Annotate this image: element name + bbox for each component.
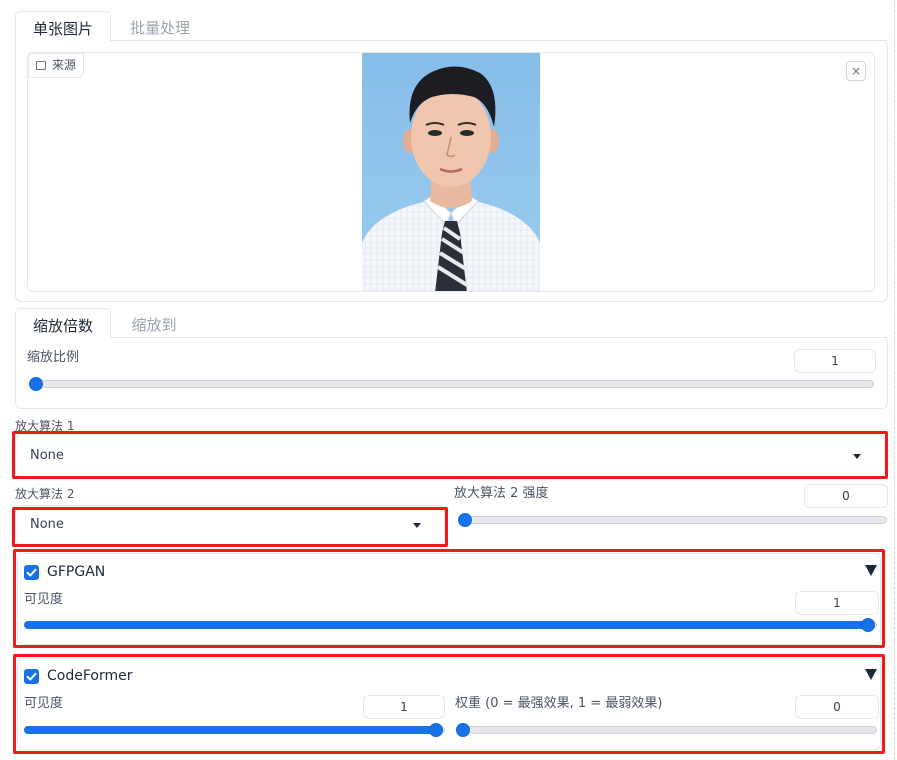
codeformer-weight-label: 权重 (0 = 最强效果, 1 = 最弱效果) <box>455 696 663 711</box>
codeformer-visibility-input[interactable]: 1 <box>363 695 445 719</box>
scale-ratio-input[interactable]: 1 <box>794 349 876 373</box>
portrait-photo <box>362 53 540 291</box>
codeformer-accordion <box>17 658 881 750</box>
check-icon <box>26 568 37 577</box>
chevron-down-icon <box>413 523 421 528</box>
scale-panel <box>15 337 888 409</box>
tab-scale-by[interactable]: 缩放倍数 <box>15 308 111 338</box>
scale-ratio-slider[interactable] <box>29 377 874 391</box>
right-dashed-border <box>894 0 895 760</box>
image-source-label: 来源 <box>28 53 85 78</box>
upscaler2-value: None <box>30 517 64 532</box>
chevron-down-icon <box>853 454 861 459</box>
codeformer-checkbox[interactable] <box>24 669 39 684</box>
gfpgan-visibility-slider-thumb[interactable] <box>861 618 875 632</box>
codeformer-weight-slider[interactable] <box>456 723 877 737</box>
close-icon: × <box>850 64 862 78</box>
collapse-triangle-icon[interactable] <box>865 565 877 576</box>
gfpgan-visibility-input[interactable]: 1 <box>795 591 879 615</box>
scale-ratio-slider-thumb[interactable] <box>29 377 43 391</box>
gfpgan-visibility-label: 可见度 <box>24 592 64 607</box>
codeformer-weight-input[interactable]: 0 <box>795 695 879 719</box>
gfpgan-visibility-slider-fill <box>24 621 869 629</box>
upscaler2-strength-label: 放大算法 2 强度 <box>454 486 549 501</box>
codeformer-weight-slider-thumb[interactable] <box>456 723 470 737</box>
upscaler1-label: 放大算法 1 <box>15 419 75 433</box>
collapse-triangle-icon[interactable] <box>865 669 877 680</box>
gfpgan-title[interactable]: GFPGAN <box>47 563 105 581</box>
upscaler2-strength-input[interactable]: 0 <box>804 484 888 508</box>
upscaler2-strength-slider-thumb[interactable] <box>458 513 472 527</box>
codeformer-title[interactable]: CodeFormer <box>47 667 132 685</box>
clear-image-button[interactable]: × <box>846 61 866 81</box>
codeformer-visibility-label: 可见度 <box>24 696 64 711</box>
source-label-text: 来源 <box>52 58 77 72</box>
gfpgan-visibility-slider[interactable] <box>24 618 877 632</box>
upscaler2-strength-slider[interactable] <box>458 513 887 527</box>
gfpgan-checkbox[interactable] <box>24 565 39 580</box>
upscaler2-dropdown[interactable]: None <box>15 505 445 545</box>
scale-ratio-label: 缩放比例 <box>27 350 80 365</box>
tab-single-image[interactable]: 单张图片 <box>15 11 111 41</box>
gfpgan-accordion <box>17 553 881 645</box>
upscaler2-label: 放大算法 2 <box>15 487 75 501</box>
image-dropzone[interactable] <box>27 52 875 292</box>
image-icon <box>36 61 46 70</box>
tab-batch-process[interactable]: 批量处理 <box>112 11 208 41</box>
upscaler1-dropdown[interactable]: None <box>15 434 885 478</box>
codeformer-visibility-slider[interactable] <box>24 723 445 737</box>
codeformer-visibility-slider-thumb[interactable] <box>429 723 443 737</box>
upscaler1-value: None <box>30 448 64 463</box>
codeformer-visibility-slider-fill <box>24 726 437 734</box>
tab-scale-to[interactable]: 缩放到 <box>112 308 196 338</box>
check-icon <box>26 672 37 681</box>
